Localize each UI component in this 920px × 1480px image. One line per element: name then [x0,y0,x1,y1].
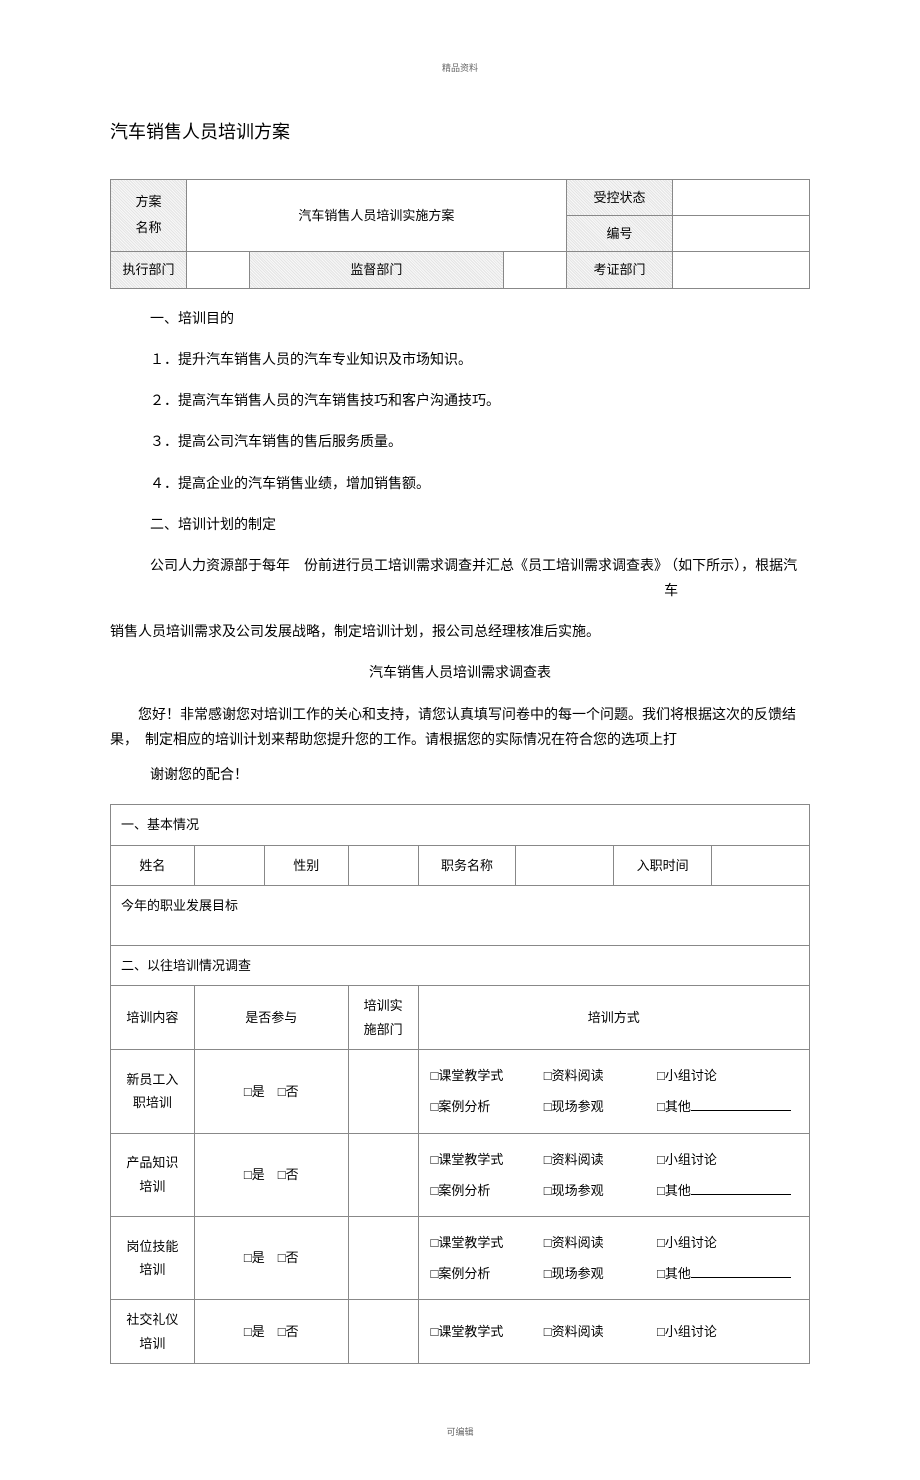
checkbox-no[interactable]: □否 [278,1324,299,1339]
survey-sec2-heading: 二、以往培训情况调查 [111,945,810,985]
survey-thanks: 谢谢您的配合！ [150,763,810,788]
survey-intro: 您好！非常感谢您对培训工作的关心和支持，请您认真填写问卷中的每一个问题。我们将根… [110,703,810,753]
row-attend[interactable]: □是 □否 [194,1216,348,1299]
sec1-p2: ２．提高汽车销售人员的汽车销售技巧和客户沟通技巧。 [150,389,810,414]
exec-dept-value [186,252,249,288]
name-value[interactable] [194,845,264,885]
row-methods[interactable]: □课堂教学式 □资料阅读 □小组讨论 [418,1300,809,1364]
survey-title: 汽车销售人员培训需求调查表 [110,661,810,686]
id-value [673,215,810,251]
sec2-p1b: （如下所示），根据汽车 [664,554,810,604]
checkbox-method[interactable]: □现场参观 [544,1175,644,1206]
page-footer-note: 可编辑 [110,1424,810,1440]
table-row: 新员工入职培训 □是 □否 □课堂教学式 □资料阅读 □小组讨论 □案例分析 □… [111,1050,810,1133]
sec1-p3: ３．提高公司汽车销售的售后服务质量。 [150,430,810,455]
row-methods[interactable]: □课堂教学式 □资料阅读 □小组讨论 □案例分析 □现场参观 □其他 [418,1133,809,1216]
row-dept[interactable] [348,1050,418,1133]
checkbox-method[interactable]: □现场参观 [544,1258,644,1289]
row-dept[interactable] [348,1216,418,1299]
audit-dept-label: 考证部门 [566,252,672,288]
checkbox-method[interactable]: □课堂教学式 [431,1323,531,1341]
checkbox-yes[interactable]: □是 [244,1167,265,1182]
row-attend[interactable]: □是 □否 [194,1050,348,1133]
supervise-dept-value [504,252,567,288]
sec2-heading: 二、培训计划的制定 [150,513,810,538]
checkbox-method[interactable]: □案例分析 [431,1091,531,1122]
checkbox-method[interactable]: □资料阅读 [544,1060,644,1091]
name-label: 姓名 [111,845,195,885]
checkbox-method[interactable]: □资料阅读 [544,1323,644,1341]
checkbox-yes[interactable]: □是 [244,1250,265,1265]
checkbox-method[interactable]: □资料阅读 [544,1144,644,1175]
col-attend: 是否参与 [194,986,348,1050]
row-dept[interactable] [348,1300,418,1364]
sec2-p1a: 公司人力资源部于每年 份前进行员工培训需求调查并汇总《员工培训需求调查表》 [150,554,664,604]
entry-value[interactable] [712,845,810,885]
checkbox-method[interactable]: □小组讨论 [657,1144,757,1175]
position-label: 职务名称 [418,845,516,885]
col-method: 培训方式 [418,986,809,1050]
checkbox-other[interactable]: □其他 [657,1099,791,1114]
survey-sec1-heading: 一、基本情况 [111,805,810,845]
checkbox-method[interactable]: □案例分析 [431,1258,531,1289]
row-methods[interactable]: □课堂教学式 □资料阅读 □小组讨论 □案例分析 □现场参观 □其他 [418,1050,809,1133]
checkbox-method[interactable]: □现场参观 [544,1091,644,1122]
checkbox-method[interactable]: □课堂教学式 [431,1227,531,1258]
plan-name-value: 汽车销售人员培训实施方案 [186,179,566,252]
row-attend[interactable]: □是 □否 [194,1133,348,1216]
checkbox-other[interactable]: □其他 [657,1183,791,1198]
checkbox-method[interactable]: □小组讨论 [657,1227,757,1258]
entry-label: 入职时间 [614,845,712,885]
page-header-note: 精品资料 [110,60,810,76]
sec1-p4: ４．提高企业的汽车销售业绩，增加销售额。 [150,472,810,497]
checkbox-other[interactable]: □其他 [657,1266,791,1281]
row-content: 产品知识培训 [111,1133,195,1216]
checkbox-yes[interactable]: □是 [244,1324,265,1339]
table-row: 社交礼仪培训 □是 □否 □课堂教学式 □资料阅读 □小组讨论 [111,1300,810,1364]
checkbox-method[interactable]: □小组讨论 [657,1060,757,1091]
row-methods[interactable]: □课堂教学式 □资料阅读 □小组讨论 □案例分析 □现场参观 □其他 [418,1216,809,1299]
survey-table: 一、基本情况 姓名 性别 职务名称 入职时间 今年的职业发展目标 二、以往培训情… [110,804,810,1364]
checkbox-no[interactable]: □否 [278,1167,299,1182]
checkbox-method[interactable]: □小组讨论 [657,1323,757,1341]
goal-row[interactable]: 今年的职业发展目标 [111,885,810,945]
row-content: 岗位技能培训 [111,1216,195,1299]
checkbox-method[interactable]: □资料阅读 [544,1227,644,1258]
col-dept: 培训实施部门 [348,986,418,1050]
sec2-p2: 销售人员培训需求及公司发展战略，制定培训计划，报公司总经理核准后实施。 [110,620,810,645]
table-row: 产品知识培训 □是 □否 □课堂教学式 □资料阅读 □小组讨论 □案例分析 □现… [111,1133,810,1216]
checkbox-method[interactable]: □课堂教学式 [431,1144,531,1175]
status-label: 受控状态 [566,179,672,215]
sec1-p1: １．提升汽车销售人员的汽车专业知识及市场知识。 [150,348,810,373]
gender-value[interactable] [348,845,418,885]
plan-name-label: 方案名称 [111,179,187,252]
col-content: 培训内容 [111,986,195,1050]
plan-header-table: 方案名称 汽车销售人员培训实施方案 受控状态 编号 执行部门 监督部门 考证部门 [110,179,810,289]
audit-dept-value [673,252,810,288]
supervise-dept-label: 监督部门 [249,252,504,288]
document-title: 汽车销售人员培训方案 [110,116,810,148]
row-content: 新员工入职培训 [111,1050,195,1133]
sec1-heading: 一、培训目的 [150,307,810,332]
exec-dept-label: 执行部门 [111,252,187,288]
goal-label: 今年的职业发展目标 [121,898,238,913]
checkbox-method[interactable]: □课堂教学式 [431,1060,531,1091]
checkbox-no[interactable]: □否 [278,1250,299,1265]
table-row: 岗位技能培训 □是 □否 □课堂教学式 □资料阅读 □小组讨论 □案例分析 □现… [111,1216,810,1299]
row-dept[interactable] [348,1133,418,1216]
row-attend[interactable]: □是 □否 [194,1300,348,1364]
checkbox-method[interactable]: □案例分析 [431,1175,531,1206]
checkbox-yes[interactable]: □是 [244,1084,265,1099]
gender-label: 性别 [264,845,348,885]
status-value [673,179,810,215]
checkbox-no[interactable]: □否 [278,1084,299,1099]
id-label: 编号 [566,215,672,251]
position-value[interactable] [516,845,614,885]
row-content: 社交礼仪培训 [111,1300,195,1364]
